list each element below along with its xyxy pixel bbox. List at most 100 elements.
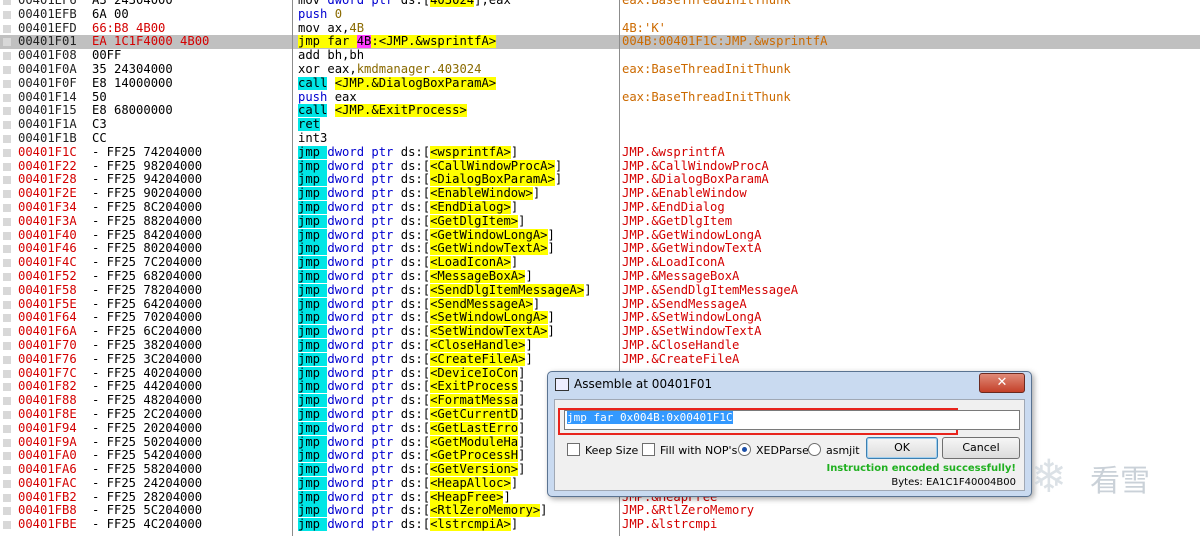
bytes-cell: E8 14000000 xyxy=(92,76,173,90)
table-row[interactable]: 00401F28- FF25 94204000 jmp dword ptr ds:… xyxy=(0,173,1200,187)
table-row[interactable]: 00401F22- FF25 98204000 jmp dword ptr ds:… xyxy=(0,159,1200,174)
bytes-cell: EA 1C1F4000 4B00 xyxy=(92,35,210,49)
bytes-cell: - FF25 28204000 xyxy=(92,490,203,504)
table-row[interactable]: 00401F46- FF25 80204000 jmp dword ptr ds:… xyxy=(0,242,1200,256)
instruction-token: jmp xyxy=(298,173,328,187)
row-marker xyxy=(3,479,11,488)
snowflake-icon: ❄ xyxy=(1034,446,1065,504)
row-marker xyxy=(3,245,11,254)
table-row[interactable]: 00401F5E - FF25 64204000 jmp dword ptr ds:… xyxy=(0,297,1200,312)
table-row[interactable]: 00401F08 00FF add bh,bh xyxy=(0,49,1200,63)
instruction-token: dword ptr xyxy=(327,449,401,463)
instruction-token: dword ptr xyxy=(327,435,401,449)
instruction-cell: jmp dword ptr ds:[<lstrcmpiA>] xyxy=(298,518,620,532)
table-row[interactable]: 00401F34- FF25 8C204000 jmp dword ptr ds:… xyxy=(0,200,1200,215)
instruction-cell: mov dword ptr ds:[403024],eax xyxy=(298,0,620,8)
instruction-token: ds:[ xyxy=(400,325,431,339)
close-button[interactable]: ✕ xyxy=(979,373,1025,393)
instruction-token: mov xyxy=(298,21,328,35)
asmjit-radio[interactable]: asmjit xyxy=(808,443,860,457)
instruction-token: ds:[ xyxy=(400,490,431,504)
comment-cell: JMP.&GetWindowLongA xyxy=(622,228,762,242)
instruction-cell: push 0 xyxy=(298,8,620,22)
table-row[interactable]: 00401F01 EA 1C1F4000 4B00 jmp far 4B:<JMP.… xyxy=(0,35,1200,50)
instruction-token: 4B xyxy=(349,21,365,35)
fill-nops-checkbox[interactable]: Fill with NOP's xyxy=(642,443,737,457)
table-row[interactable]: 00401FBE - FF25 4C204000 jmp dword ptr ds:… xyxy=(0,518,1200,532)
instruction-token: dword ptr xyxy=(327,504,401,518)
instruction-token: dword ptr xyxy=(327,228,401,242)
comment-cell: JMP.&GetDlgItem xyxy=(622,214,733,228)
comment-cell: JMP.&MessageBoxA xyxy=(622,269,740,283)
row-marker xyxy=(3,10,11,19)
instruction-cell: push eax xyxy=(298,91,620,105)
bytes-cell: - FF25 88204000 xyxy=(92,214,203,228)
table-row[interactable]: 00401F1A C3 ret xyxy=(0,118,1200,132)
instruction-token: dword ptr xyxy=(327,242,401,256)
instruction-token: ] xyxy=(547,228,555,242)
checkbox-icon xyxy=(642,443,655,456)
row-marker xyxy=(3,24,11,33)
instruction-token: dword ptr xyxy=(327,490,401,504)
comment-cell: 4B:'K' xyxy=(622,21,667,35)
instruction-token: dword ptr xyxy=(327,269,401,283)
table-row[interactable]: 00401F3A - FF25 88204000 jmp dword ptr ds:… xyxy=(0,214,1200,229)
asmjit-label: asmjit xyxy=(826,444,860,457)
symbol-token: <SendDlgItemMessageA> xyxy=(430,283,585,297)
instruction-token: jmp xyxy=(298,394,328,408)
dialog-titlebar[interactable]: Assemble at 00401F01 ✕ xyxy=(548,372,1031,398)
table-row[interactable]: 00401FB8- FF25 5C204000 jmp dword ptr ds:… xyxy=(0,504,1200,518)
bytes-cell: - FF25 68204000 xyxy=(92,269,203,283)
assemble-input[interactable]: jmp far 0x004B:0x00401F1C xyxy=(564,410,1020,430)
table-row[interactable]: 00401F70- FF25 38204000 jmp dword ptr ds:… xyxy=(0,338,1200,353)
keep-size-checkbox[interactable]: Keep Size xyxy=(567,443,638,457)
row-marker xyxy=(3,134,11,143)
instruction-cell: jmp dword ptr ds:[<GetDlgItem>] xyxy=(298,214,620,229)
table-row[interactable]: 00401F14 50 push eax eax:BaseThreadInitThun… xyxy=(0,91,1200,105)
symbol-token: <lstrcmpiA> xyxy=(430,518,511,532)
table-row[interactable]: 00401F6A - FF25 6C204000 jmp dword ptr ds:… xyxy=(0,325,1200,339)
instruction-token: ds:[ xyxy=(400,173,431,187)
row-marker xyxy=(3,397,11,406)
table-row[interactable]: 00401F64- FF25 70204000 jmp dword ptr ds:… xyxy=(0,311,1200,325)
instruction-token: ds:[ xyxy=(400,366,431,380)
xedparse-radio[interactable]: XEDParse xyxy=(738,443,809,457)
table-row[interactable]: 00401F15 E8 68000000 call <JMP.&ExitProces… xyxy=(0,104,1200,118)
instruction-token: ] xyxy=(532,187,541,201)
table-row[interactable]: 00401EFD 66:B8 4B00 mov ax,4B 4B:'K' xyxy=(0,22,1200,36)
table-row[interactable]: 00401EF6 A3 24304000 mov dword ptr ds:[403… xyxy=(0,0,1200,8)
comment-cell: JMP.&SetWindowLongA xyxy=(622,311,762,325)
instruction-token: call xyxy=(298,104,328,118)
table-row[interactable]: 00401F52- FF25 68204000 jmp dword ptr ds:… xyxy=(0,269,1200,284)
comment-cell: eax:BaseThreadInitThunk xyxy=(622,90,791,104)
table-row[interactable]: 00401F4C - FF25 7C204000 jmp dword ptr ds:… xyxy=(0,256,1200,270)
status-message: Instruction encoded successfully! xyxy=(826,463,1016,474)
instruction-token: kmdmanager.403024 xyxy=(356,62,482,76)
instruction-token: ds:[ xyxy=(400,242,431,256)
symbol-token: <SetWindowLongA> xyxy=(430,311,548,325)
table-row[interactable]: 00401F0F E8 14000000 call <JMP.&DialogBoxP… xyxy=(0,76,1200,91)
instruction-cell: jmp dword ptr ds:[<DialogBoxParamA>] xyxy=(298,173,620,187)
table-row[interactable]: 00401F40- FF25 84204000 jmp dword ptr ds:… xyxy=(0,228,1200,243)
instruction-token: dword ptr xyxy=(327,338,401,352)
table-row[interactable]: 00401F0A 35 24304000 xor eax,kmdmanager.40… xyxy=(0,63,1200,77)
ok-button[interactable]: OK xyxy=(866,437,938,459)
table-row[interactable]: 00401F2E - FF25 90204000 jmp dword ptr ds:… xyxy=(0,187,1200,201)
table-row[interactable]: 00401EFB 6A 00 push 0 xyxy=(0,8,1200,22)
bytes-cell: - FF25 94204000 xyxy=(92,173,203,187)
table-row[interactable]: 00401F1C - FF25 74204000 jmp dword ptr ds:… xyxy=(0,145,1200,160)
row-marker xyxy=(3,328,11,337)
instruction-token: 403024 xyxy=(430,0,475,7)
row-marker xyxy=(3,107,11,116)
table-row[interactable]: 00401F76- FF25 3C204000 jmp dword ptr ds:… xyxy=(0,352,1200,367)
table-row[interactable]: 00401F1B CC int3 xyxy=(0,132,1200,146)
instruction-token: : xyxy=(371,35,379,49)
instruction-token: <JMP.&DialogBoxParamA> xyxy=(334,76,497,90)
instruction-token: ds:[ xyxy=(400,256,431,270)
instruction-token: dword ptr xyxy=(327,352,401,366)
cancel-button[interactable]: Cancel xyxy=(942,437,1020,459)
instruction-token: ] xyxy=(518,463,526,477)
symbol-token: <DeviceIoCon xyxy=(430,366,519,380)
instruction-token: dword ptr xyxy=(327,311,401,325)
table-row[interactable]: 00401F58- FF25 78204000 jmp dword ptr ds:… xyxy=(0,283,1200,298)
